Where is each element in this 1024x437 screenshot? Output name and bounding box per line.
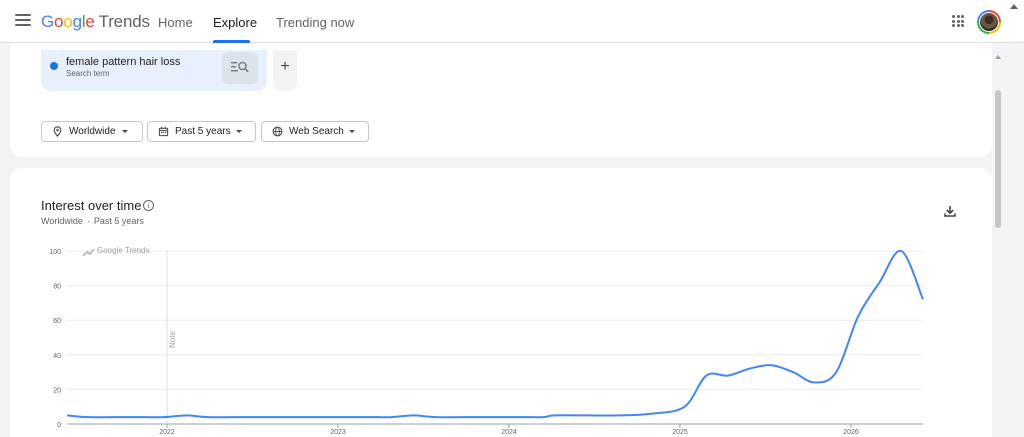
y-tick-label: 60 — [53, 318, 61, 325]
scrollbar-caret-icon — [995, 55, 1001, 59]
x-tick-label: 2022 — [159, 429, 175, 436]
note-marker-label[interactable]: Note — [168, 331, 177, 348]
series-line[interactable] — [66, 249, 924, 419]
y-tick-label: 20 — [53, 387, 61, 394]
y-tick-label: 0 — [57, 422, 61, 429]
trend-arrow-icon — [82, 248, 95, 257]
x-tick-label: 2024 — [501, 429, 517, 436]
y-tick-label: 80 — [53, 284, 61, 291]
x-tick-label: 2025 — [672, 429, 688, 436]
interest-line-chart: 0 20 40 60 80 100 2022 2023 2024 2025 2026 Note G… — [49, 246, 924, 436]
watermark-text: Google Trends — [97, 246, 149, 255]
page-scrollbar-thumb[interactable] — [995, 90, 1001, 228]
y-tick-label: 100 — [49, 249, 61, 256]
y-tick-label: 40 — [53, 353, 61, 360]
x-tick-label: 2026 — [843, 429, 859, 436]
x-tick-label: 2023 — [330, 429, 346, 436]
google-trends-watermark: Google Trends — [82, 246, 149, 257]
